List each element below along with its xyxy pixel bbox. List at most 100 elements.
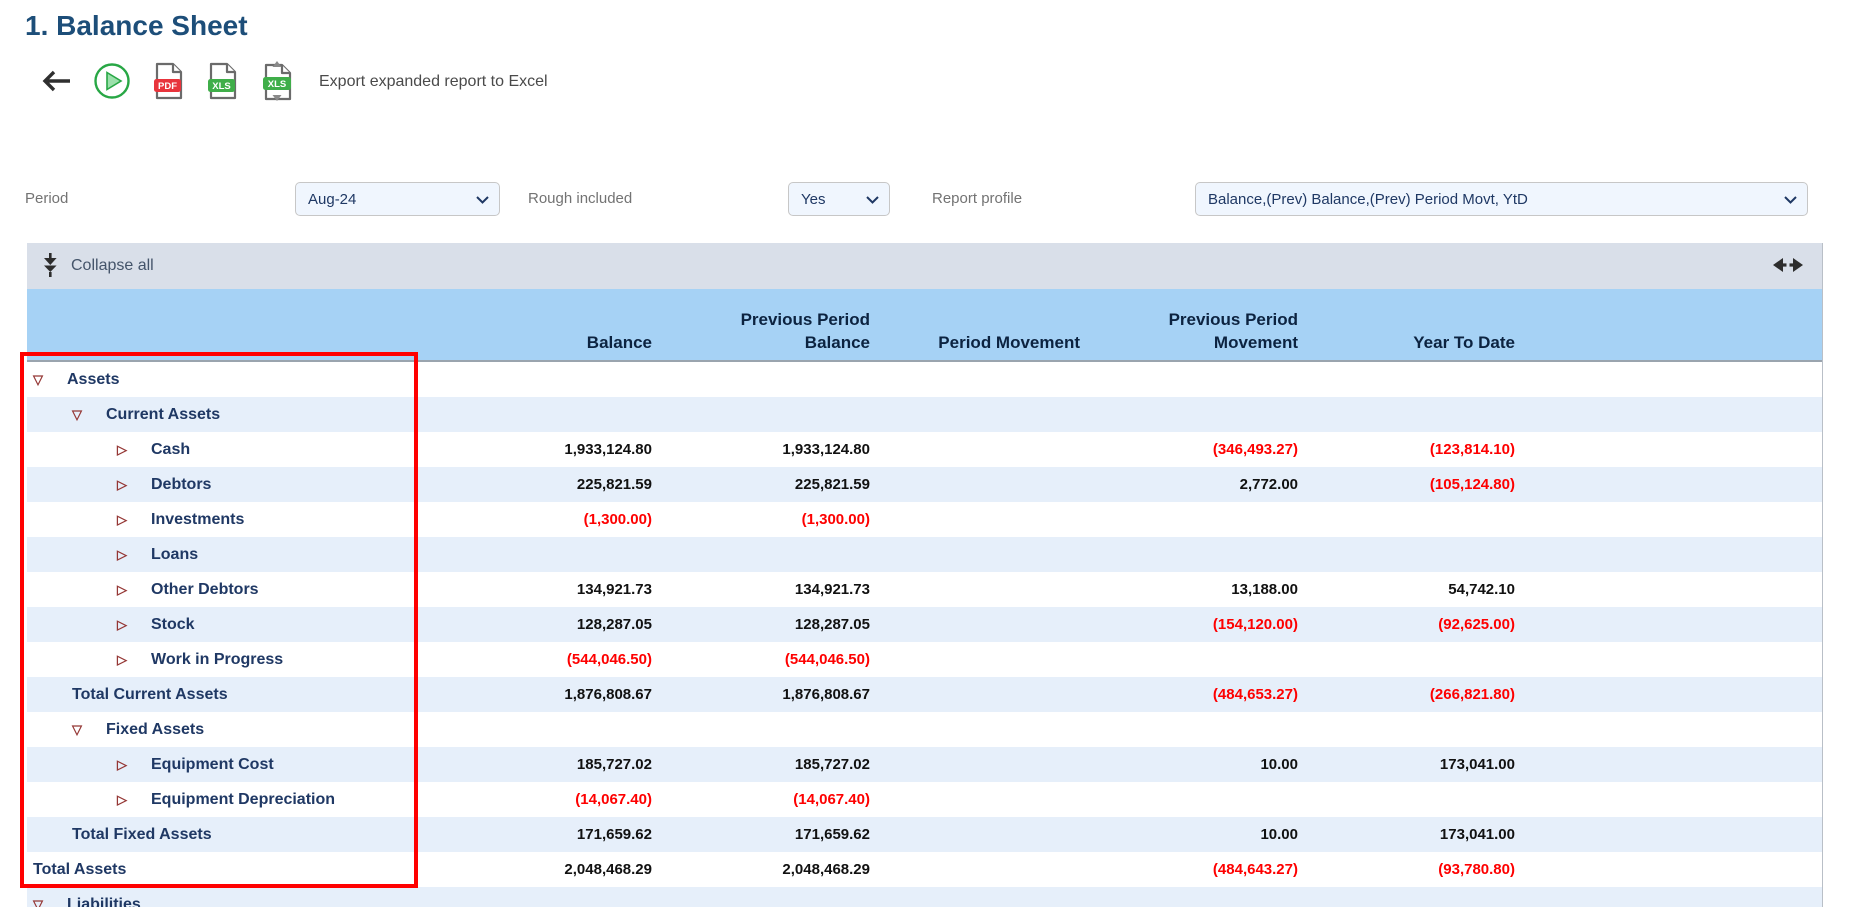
export-excel-button[interactable]: XLS — [206, 62, 239, 103]
xls-file-icon: XLS — [206, 62, 239, 103]
column-header: Previous PeriodMovement — [1088, 289, 1306, 360]
table-row: ▷Other Debtors134,921.73134,921.7313,188… — [27, 572, 1822, 607]
table-row: ▽Fixed Assets — [27, 712, 1822, 747]
export-pdf-button[interactable]: PDF — [152, 62, 185, 103]
cell-value: 171,659.62 — [660, 826, 878, 843]
row-label: Assets — [67, 371, 119, 389]
table-row: ▷Stock128,287.05128,287.05(154,120.00)(9… — [27, 607, 1822, 642]
cell-value: 1,933,124.80 — [440, 441, 660, 458]
expand-node-icon[interactable]: ▷ — [117, 548, 132, 561]
cell-value: (484,653.27) — [1088, 686, 1306, 703]
cell-value: 171,659.62 — [440, 826, 660, 843]
collapse-node-icon[interactable]: ▽ — [72, 408, 87, 421]
expand-node-icon[interactable]: ▷ — [117, 758, 132, 771]
report-profile-label: Report profile — [932, 182, 1022, 216]
row-label: Other Debtors — [151, 581, 259, 599]
cell-value: (346,493.27) — [1088, 441, 1306, 458]
cell-value: (14,067.40) — [440, 791, 660, 808]
row-label: Cash — [151, 441, 190, 459]
back-button[interactable] — [40, 68, 72, 97]
cell-value: 225,821.59 — [660, 476, 878, 493]
row-label: Investments — [151, 511, 244, 529]
row-label: Total Fixed Assets — [72, 826, 212, 844]
chevron-down-icon — [476, 191, 489, 208]
cell-value: 225,821.59 — [440, 476, 660, 493]
expand-node-icon[interactable]: ▷ — [117, 793, 132, 806]
cell-value: (123,814.10) — [1306, 441, 1523, 458]
report-profile-select[interactable]: Balance,(Prev) Balance,(Prev) Period Mov… — [1195, 182, 1808, 216]
balance-sheet-page: 1. Balance Sheet PDF — [0, 0, 1853, 907]
expand-node-icon[interactable]: ▷ — [117, 583, 132, 596]
cell-value: 1,876,808.67 — [440, 686, 660, 703]
collapse-node-icon[interactable]: ▽ — [72, 723, 87, 736]
cell-value: (1,300.00) — [440, 511, 660, 528]
column-header: Balance — [440, 289, 660, 360]
cell-value: (484,643.27) — [1088, 861, 1306, 878]
cell-value: 185,727.02 — [440, 756, 660, 773]
play-circle-icon — [93, 62, 131, 103]
expand-node-icon[interactable]: ▷ — [117, 443, 132, 456]
expand-node-icon[interactable]: ▷ — [117, 618, 132, 631]
cell-value: 13,188.00 — [1088, 581, 1306, 598]
row-label: Liabilities — [67, 896, 141, 907]
horizontal-resize-icon — [1772, 255, 1804, 278]
cell-value: 10.00 — [1088, 756, 1306, 773]
cell-value: (14,067.40) — [660, 791, 878, 808]
cell-value: (93,780.80) — [1306, 861, 1523, 878]
table-row: ▷Investments(1,300.00)(1,300.00) — [27, 502, 1822, 537]
cell-value: 173,041.00 — [1306, 826, 1523, 843]
period-label: Period — [25, 182, 68, 216]
cell-value: 1,933,124.80 — [660, 441, 878, 458]
run-report-button[interactable] — [93, 62, 131, 103]
xls-file-expanded-icon: XLS — [260, 61, 294, 104]
export-expanded-excel-button[interactable]: XLS — [260, 61, 294, 104]
cell-value: 10.00 — [1088, 826, 1306, 843]
cell-value: 1,876,808.67 — [660, 686, 878, 703]
table-row: ▷ Cash 1,933,124.801,933,124.80 (346,493.27… — [27, 432, 1822, 467]
column-header — [27, 289, 440, 360]
expand-columns-button[interactable] — [1772, 255, 1804, 278]
cell-value: (544,046.50) — [440, 651, 660, 668]
period-select[interactable]: Aug-24 — [295, 182, 500, 216]
row-label: Total Current Assets — [72, 686, 228, 704]
row-label: Current Assets — [106, 406, 220, 424]
cell-value: 2,772.00 — [1088, 476, 1306, 493]
cell-value: 2,048,468.29 — [440, 861, 660, 878]
cell-value: 128,287.05 — [440, 616, 660, 633]
table-row: Total Assets 2,048,468.292,048,468.29 (484… — [27, 852, 1822, 887]
svg-text:XLS: XLS — [212, 81, 230, 92]
page-title: 1. Balance Sheet — [25, 10, 248, 42]
collapse-all-button[interactable]: Collapse all — [41, 253, 154, 280]
cell-value: (154,120.00) — [1088, 616, 1306, 633]
expand-node-icon[interactable]: ▷ — [117, 513, 132, 526]
grid-body: ▽Assets▽Current Assets▷Cash1,933,124.801… — [27, 362, 1822, 907]
table-row: ▽ Current Assets — [27, 397, 1822, 432]
column-header: Previous PeriodBalance — [660, 289, 878, 360]
rough-included-select[interactable]: Yes — [788, 182, 890, 216]
grid-header: BalancePrevious PeriodBalancePeriod Move… — [27, 289, 1822, 362]
table-row: ▽ Liabilities — [27, 887, 1822, 907]
collapse-all-icon — [41, 253, 59, 280]
column-header: Period Movement — [878, 289, 1088, 360]
cell-value: 128,287.05 — [660, 616, 878, 633]
cell-value: 2,048,468.29 — [660, 861, 878, 878]
table-row: ▷Debtors225,821.59225,821.592,772.00(105… — [27, 467, 1822, 502]
expand-node-icon[interactable]: ▷ — [117, 478, 132, 491]
cell-value: (544,046.50) — [660, 651, 878, 668]
svg-text:XLS: XLS — [268, 79, 286, 90]
cell-value: 54,742.10 — [1306, 581, 1523, 598]
collapse-node-icon[interactable]: ▽ — [33, 898, 48, 907]
row-label: Total Assets — [33, 861, 126, 879]
toolbar: PDF XLS — [40, 60, 548, 104]
rough-included-label: Rough included — [528, 182, 632, 216]
table-row: ▷ Equipment Depreciation (14,067.40)(14,06… — [27, 782, 1822, 817]
export-expanded-label: Export expanded report to Excel — [319, 73, 548, 91]
table-row: Total Fixed Assets 171,659.62171,659.62 10… — [27, 817, 1822, 852]
cell-value: 134,921.73 — [440, 581, 660, 598]
expand-node-icon[interactable]: ▷ — [117, 653, 132, 666]
collapse-node-icon[interactable]: ▽ — [33, 373, 48, 386]
cell-value: (105,124.80) — [1306, 476, 1523, 493]
column-header: Year To Date — [1306, 289, 1523, 360]
cell-value: 173,041.00 — [1306, 756, 1523, 773]
row-label: Equipment Depreciation — [151, 791, 335, 809]
